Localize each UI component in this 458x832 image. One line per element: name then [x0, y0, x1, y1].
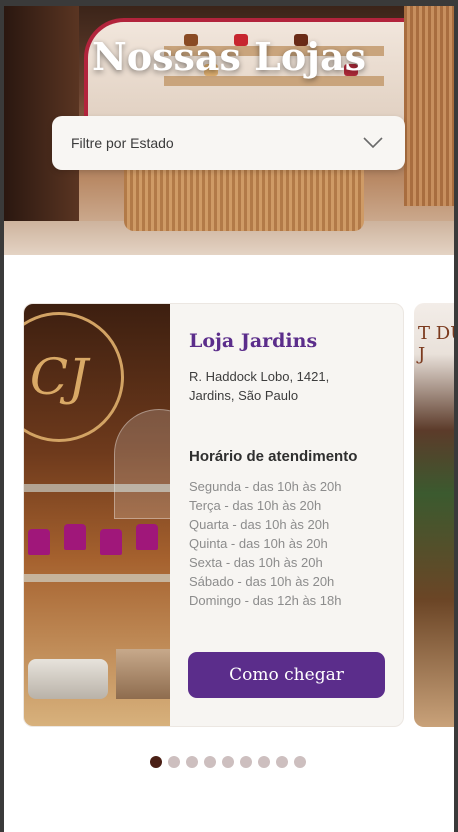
hours-list: Segunda - das 10h às 20h Terça - das 10h…: [189, 477, 389, 610]
store-card: CJ Loja Jardins R. Haddock Lobo, 1421, J…: [23, 303, 404, 727]
store-address: R. Haddock Lobo, 1421, Jardins, São Paul…: [189, 367, 389, 405]
hero-banner: Nossas Lojas Filtre por Estado: [4, 6, 454, 255]
chocolate-bowl: [28, 659, 108, 699]
carousel-dot[interactable]: [240, 756, 252, 768]
glass-dome: [114, 409, 170, 519]
address-line-2: Jardins, São Paulo: [189, 388, 299, 403]
next-store-card[interactable]: T DU J: [414, 303, 454, 727]
gift-box: [136, 524, 158, 550]
carousel-dot[interactable]: [222, 756, 234, 768]
carousel-dot[interactable]: [276, 756, 288, 768]
hours-item: Segunda - das 10h às 20h: [189, 479, 342, 494]
address-line-1: R. Haddock Lobo, 1421,: [189, 369, 330, 384]
hours-item: Quarta - das 10h às 20h: [189, 517, 330, 532]
hours-item: Sexta - das 10h às 20h: [189, 555, 323, 570]
carousel-dot[interactable]: [186, 756, 198, 768]
hours-item: Quinta - das 10h às 20h: [189, 536, 328, 551]
carousel-pagination: [150, 756, 306, 768]
chevron-down-icon: [363, 137, 383, 149]
gift-box: [64, 524, 86, 550]
carousel-dot[interactable]: [150, 756, 162, 768]
next-store-sign: T DU J: [418, 323, 454, 365]
carousel-dot[interactable]: [294, 756, 306, 768]
hours-item: Domingo - das 12h às 18h: [189, 593, 342, 608]
glass-shelf: [24, 574, 170, 582]
app-screen: Nossas Lojas Filtre por Estado CJ Loja J…: [4, 6, 454, 832]
hours-item: Terça - das 10h às 20h: [189, 498, 322, 513]
store-name: Loja Jardins: [189, 330, 318, 352]
glass-shelf: [24, 484, 170, 492]
carousel-dot[interactable]: [258, 756, 270, 768]
store-photo: CJ: [24, 304, 170, 726]
page-title: Nossas Lojas: [92, 34, 366, 79]
chocolate-box: [116, 649, 170, 699]
store-info: Loja Jardins R. Haddock Lobo, 1421, Jard…: [189, 330, 389, 610]
state-filter-select[interactable]: Filtre por Estado: [52, 116, 405, 170]
brand-logo: CJ: [24, 312, 124, 442]
carousel-dot[interactable]: [168, 756, 180, 768]
directions-button[interactable]: Como chegar: [188, 652, 385, 698]
gift-box: [100, 529, 122, 555]
hours-title: Horário de atendimento: [189, 448, 358, 465]
carousel-dot[interactable]: [204, 756, 216, 768]
hours-item: Sábado - das 10h às 20h: [189, 574, 335, 589]
state-filter-placeholder: Filtre por Estado: [71, 135, 174, 151]
gift-box: [28, 529, 50, 555]
